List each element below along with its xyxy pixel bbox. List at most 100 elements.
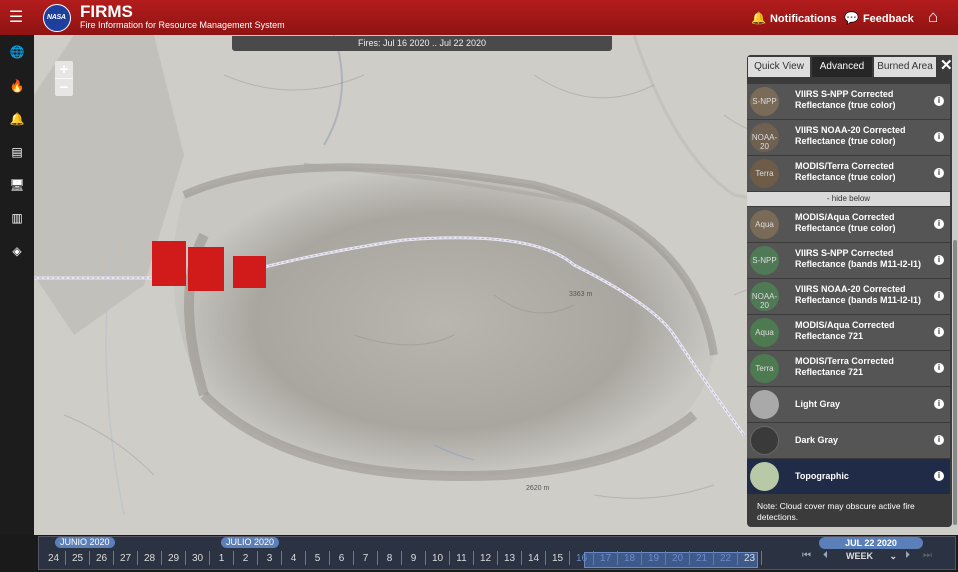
interval-select[interactable]: WEEK ⌄ <box>846 551 897 562</box>
thumb-label: Terra <box>755 364 774 373</box>
info-icon[interactable]: i <box>934 219 944 229</box>
layer-name: MODIS/Aqua Corrected Reflectance 721 <box>795 320 895 341</box>
tab-burned-area[interactable]: Burned Area <box>874 57 936 77</box>
timeline-day[interactable]: 8 <box>379 553 400 564</box>
close-icon[interactable]: ✕ <box>940 57 952 75</box>
timeline-day[interactable]: 20 <box>667 553 688 564</box>
timeline-day[interactable]: 23 <box>739 553 760 564</box>
timeline-day[interactable]: 12 <box>475 553 496 564</box>
timeline-day[interactable]: 28 <box>139 553 160 564</box>
panel-tabs: Quick View Advanced Burned Area ✕ <box>747 55 952 77</box>
fires-date-banner: Fires: Jul 16 2020 .. Jul 22 2020 <box>232 36 612 51</box>
info-icon[interactable]: i <box>934 96 944 106</box>
timeline-day[interactable]: 18 <box>619 553 640 564</box>
archive-icon[interactable]: ▤ <box>0 138 34 166</box>
timeline-day[interactable]: 4 <box>283 553 304 564</box>
layer-item[interactable]: Aqua MODIS/Aqua Corrected Reflectance (t… <box>747 207 950 243</box>
info-icon[interactable]: i <box>934 255 944 265</box>
feedback-button[interactable]: 💬 Feedback <box>844 11 914 25</box>
info-icon[interactable]: i <box>934 363 944 373</box>
layer-thumbnail <box>750 426 779 455</box>
info-icon[interactable]: i <box>934 471 944 481</box>
app-header: ☰ NASA FIRMS Fire Information for Resour… <box>0 0 958 35</box>
timeline-day[interactable]: 13 <box>499 553 520 564</box>
info-icon[interactable]: i <box>934 399 944 409</box>
prev-icon[interactable]: ⏴ <box>823 550 828 561</box>
layer-item[interactable]: NOAA-20 VIIRS NOAA-20 Corrected Reflecta… <box>747 279 950 315</box>
nasa-logo[interactable]: NASA <box>43 4 71 32</box>
info-icon[interactable]: i <box>934 327 944 337</box>
fire-detection[interactable] <box>188 247 224 291</box>
layer-item[interactable]: Terra MODIS/Terra Corrected Reflectance … <box>747 351 950 387</box>
timeline-day[interactable]: 1 <box>211 553 232 564</box>
info-icon[interactable]: i <box>934 435 944 445</box>
timeline-day[interactable]: 10 <box>427 553 448 564</box>
timeline-day[interactable]: 22 <box>715 553 736 564</box>
timeline-day[interactable]: 14 <box>523 553 544 564</box>
timeline-day[interactable]: 15 <box>547 553 568 564</box>
day-divider <box>425 551 426 565</box>
cube-icon[interactable]: ◈ <box>0 237 34 265</box>
hide-below-divider[interactable]: - hide below <box>747 192 950 206</box>
timeline-day[interactable]: 6 <box>331 553 352 564</box>
info-icon[interactable]: i <box>934 291 944 301</box>
layer-item[interactable]: Terra MODIS/Terra Corrected Reflectance … <box>747 156 950 192</box>
day-divider <box>65 551 66 565</box>
layer-name: VIIRS S-NPP Corrected Reflectance (true … <box>795 89 896 110</box>
timeline-day[interactable]: 26 <box>91 553 112 564</box>
day-divider <box>665 551 666 565</box>
timeline-day[interactable]: 19 <box>643 553 664 564</box>
storage-icon[interactable]: ▥ <box>0 204 34 232</box>
timeline-day[interactable]: 2 <box>235 553 256 564</box>
layer-thumbnail: Terra <box>750 159 779 188</box>
panel-scroll-thumb[interactable] <box>953 240 957 525</box>
app-subtitle: Fire Information for Resource Management… <box>80 20 285 30</box>
tab-quick-view[interactable]: Quick View <box>748 57 810 77</box>
layer-item[interactable]: Aqua MODIS/Aqua Corrected Reflectance 72… <box>747 315 950 351</box>
current-date[interactable]: JUL 22 2020 <box>819 537 923 549</box>
timeline-day[interactable]: 29 <box>163 553 184 564</box>
timeline-day[interactable]: 11 <box>451 553 472 564</box>
layer-item-selected[interactable]: Topographic i <box>747 459 950 495</box>
monitor-icon[interactable]: 🖥 <box>0 171 34 199</box>
day-divider <box>353 551 354 565</box>
fire-detection[interactable] <box>152 241 186 286</box>
timeline-day[interactable]: 9 <box>403 553 424 564</box>
first-icon[interactable]: ⏮ <box>802 550 811 561</box>
layer-item[interactable]: S-NPP VIIRS S-NPP Corrected Reflectance … <box>747 243 950 279</box>
bell-icon[interactable]: 🔔 <box>0 105 34 133</box>
timeline-day[interactable]: 5 <box>307 553 328 564</box>
day-divider <box>89 551 90 565</box>
timeline-day[interactable]: 3 <box>259 553 280 564</box>
info-icon[interactable]: i <box>934 132 944 142</box>
hamburger-icon[interactable]: ☰ <box>6 8 26 28</box>
timeline-bar: JUNIO 2020 JULIO 2020 24 25 26 27 28 29 30 1 2 3 4… <box>0 535 958 572</box>
globe-icon[interactable]: 🌐 <box>0 38 34 66</box>
day-divider <box>497 551 498 565</box>
timeline-day[interactable]: 16 <box>571 553 592 564</box>
timeline-day[interactable]: 25 <box>67 553 88 564</box>
timeline-day[interactable]: 24 <box>43 553 64 564</box>
info-icon[interactable]: i <box>934 168 944 178</box>
timeline-day[interactable]: 17 <box>595 553 616 564</box>
layer-item[interactable]: NOAA-20 VIIRS NOAA-20 Corrected Reflecta… <box>747 120 950 156</box>
layer-item[interactable]: Light Gray i <box>747 387 950 423</box>
notifications-button[interactable]: 🔔 Notifications <box>751 11 837 25</box>
timeline-day[interactable]: 27 <box>115 553 136 564</box>
day-divider <box>401 551 402 565</box>
fire-icon[interactable]: 🔥 <box>0 72 34 100</box>
layer-item[interactable]: Dark Gray i <box>747 423 950 459</box>
last-icon[interactable]: ⏭ <box>923 550 932 561</box>
layer-item[interactable]: S-NPP VIIRS S-NPP Corrected Reflectance … <box>747 84 950 120</box>
timeline-day[interactable]: 21 <box>691 553 712 564</box>
elevation-label: 3363 m <box>569 291 593 298</box>
fire-detection[interactable] <box>233 256 266 288</box>
tab-advanced[interactable]: Advanced <box>812 57 872 77</box>
layer-thumbnail <box>750 390 779 419</box>
zoom-in-button[interactable]: + <box>55 61 73 78</box>
home-icon[interactable]: ⌂ <box>928 7 938 27</box>
zoom-out-button[interactable]: − <box>55 78 73 96</box>
timeline-day[interactable]: 7 <box>355 553 376 564</box>
next-icon[interactable]: ⏵ <box>905 550 910 561</box>
timeline-day[interactable]: 30 <box>187 553 208 564</box>
